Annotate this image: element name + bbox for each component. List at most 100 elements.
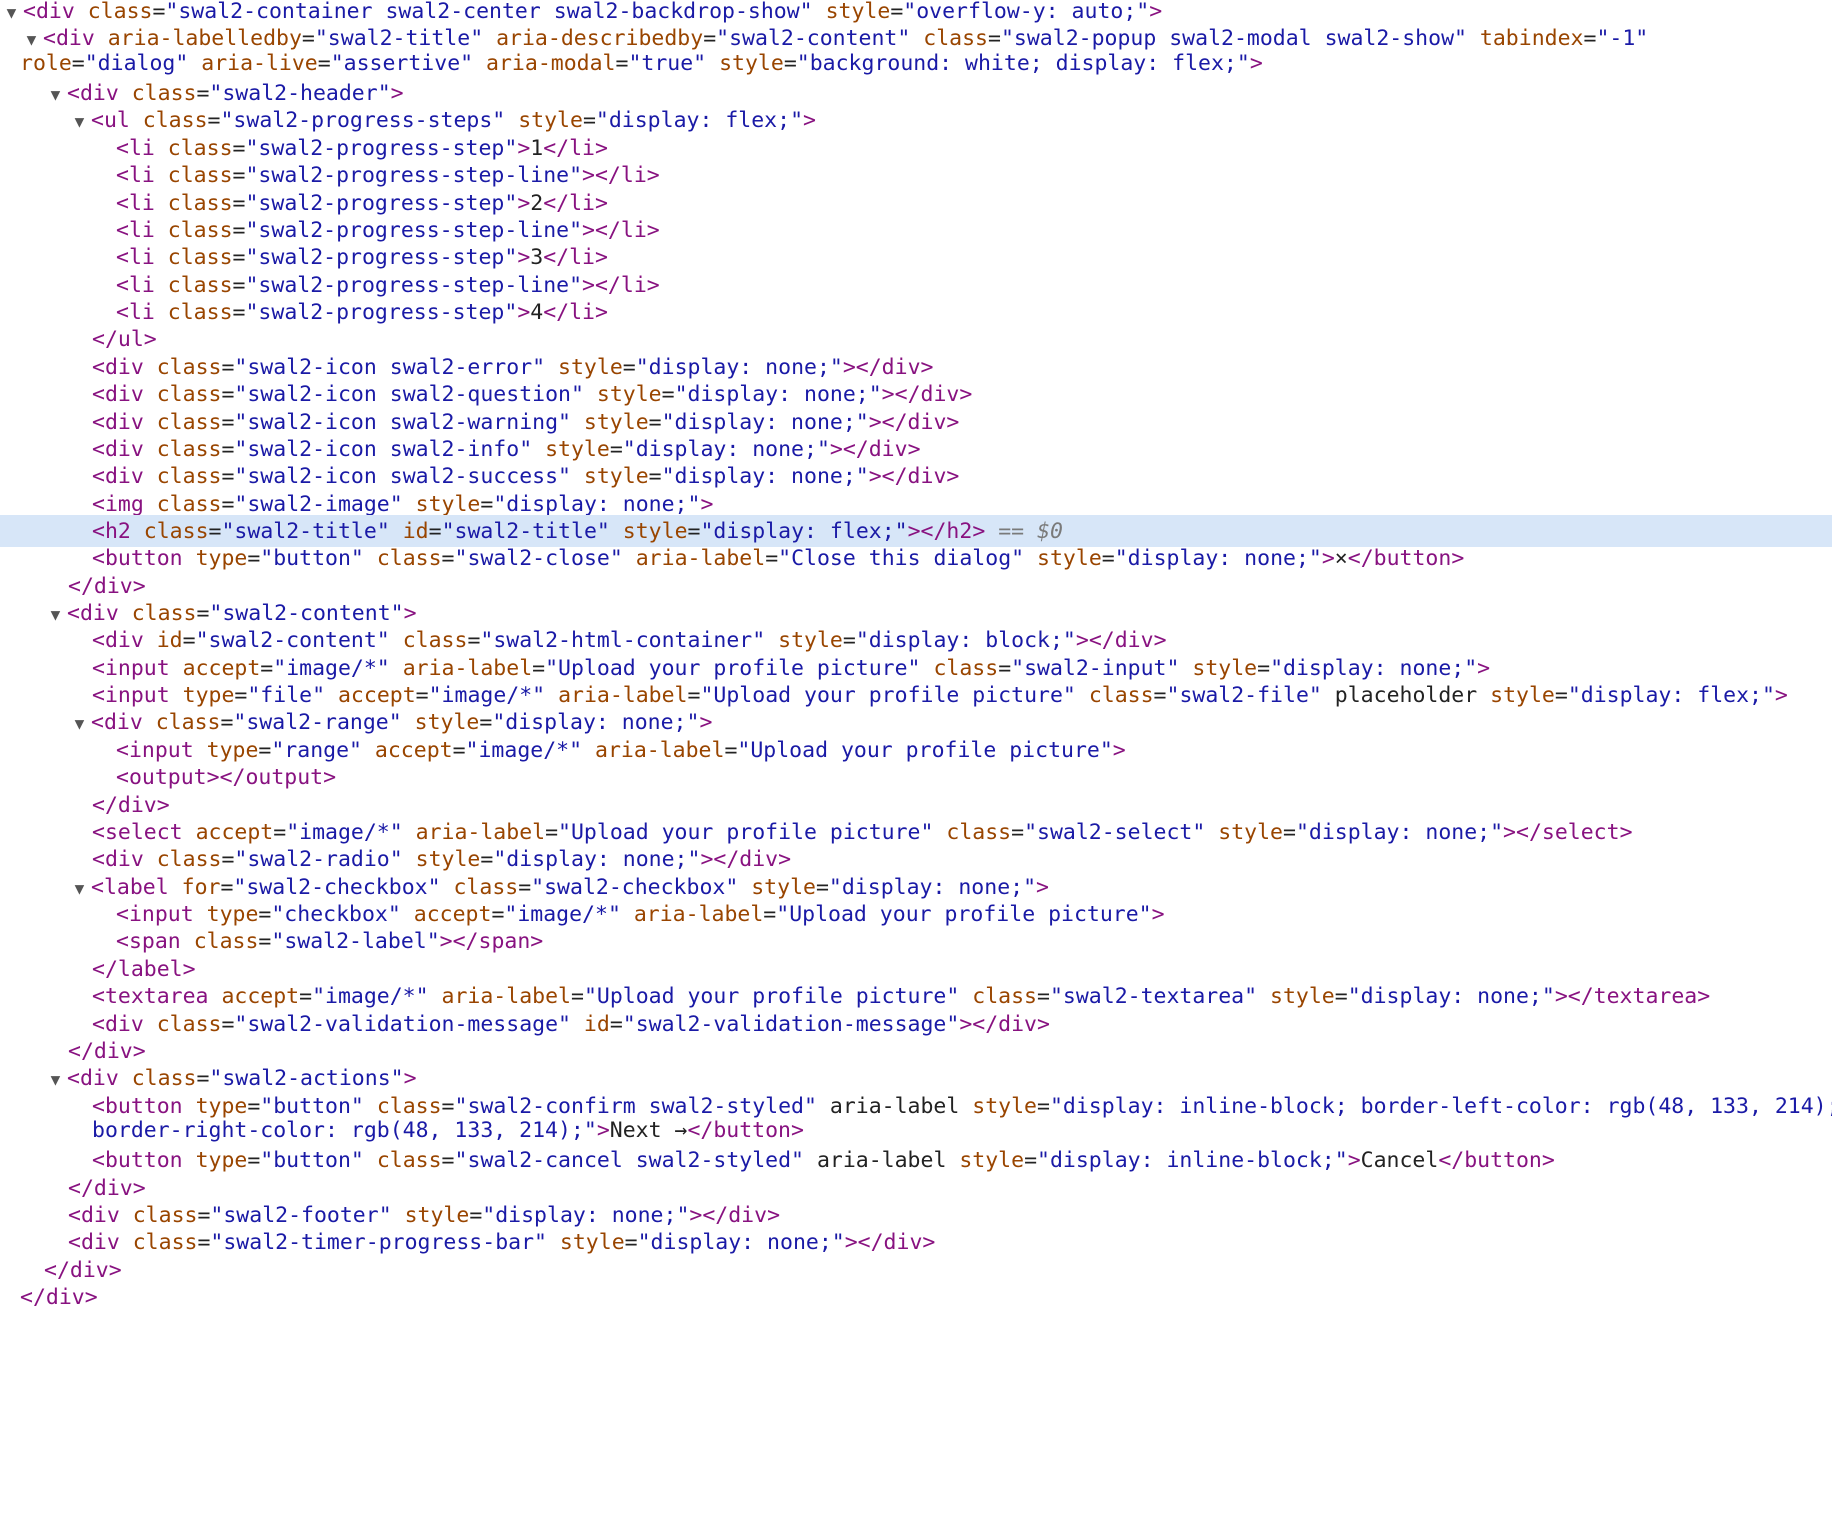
node-text <box>1076 683 1089 708</box>
tag-token: > <box>922 1230 936 1255</box>
attribute-name: style <box>518 108 583 133</box>
node-text <box>610 519 623 544</box>
attribute-value: "swal2-progress-step" <box>245 300 518 325</box>
tag-token: <div <box>43 26 95 51</box>
node-markup: </div> <box>20 1285 98 1310</box>
tag-token: > <box>1075 628 1089 653</box>
node-markup: <select accept="image/*" aria-label="Upl… <box>92 820 1633 845</box>
node-text: = <box>988 26 1001 51</box>
attribute-value: "swal2-confirm swal2-styled" <box>454 1094 817 1119</box>
triangle-down-icon[interactable]: ▼ <box>68 877 91 901</box>
attribute-name: aria-label <box>402 656 533 681</box>
node-markup: <div class="swal2-content"> <box>67 601 417 626</box>
tree-node[interactable]: ▼ <div aria-labelledby="swal2-title" aria… <box>20 27 1800 83</box>
tag-token: </div <box>894 382 960 407</box>
triangle-down-icon[interactable]: ▼ <box>44 1068 67 1092</box>
attribute-name: class <box>193 929 259 954</box>
attribute-value: "swal2-actions" <box>209 1066 404 1091</box>
node-markup: <input type="checkbox" accept="image/*" … <box>116 902 1165 927</box>
attribute-value: "Upload your profile picture" <box>558 820 934 845</box>
tag-token: > <box>132 1176 146 1201</box>
tag-token: > <box>206 765 220 790</box>
attribute-value: "display: block;" <box>855 628 1076 653</box>
triangle-down-icon[interactable]: ▼ <box>20 28 43 52</box>
node-text <box>571 1012 584 1037</box>
node-text <box>403 492 416 517</box>
triangle-down-icon[interactable]: ▼ <box>44 603 67 627</box>
attribute-name: class <box>156 410 222 435</box>
tag-token: > <box>907 437 921 462</box>
tag-token: > <box>1149 0 1163 24</box>
node-text <box>144 464 157 489</box>
tag-token: > <box>646 218 660 243</box>
selected-tree-node[interactable]: <h2 class="swal2-title" id="swal2-title"… <box>0 515 1832 547</box>
triangle-down-icon[interactable]: ▼ <box>68 110 91 134</box>
node-text: = <box>469 1203 483 1228</box>
node-text <box>183 1148 196 1173</box>
attribute-name: style <box>404 1203 470 1228</box>
tag-token: <li <box>116 136 155 161</box>
node-text: = <box>532 656 546 681</box>
attribute-name: class <box>87 0 153 24</box>
tag-token: > <box>1037 1012 1050 1037</box>
tag-token: > <box>517 300 531 325</box>
attribute-value: "swal2-label" <box>271 929 440 954</box>
attribute-value: "swal2-progress-step-line" <box>245 273 583 298</box>
console-ref: == $0 <box>998 519 1063 544</box>
node-text: = <box>221 355 235 380</box>
attribute-name: class <box>131 1066 197 1091</box>
node-text: = <box>687 683 701 708</box>
attribute-name: style <box>959 1148 1025 1173</box>
node-text: = <box>196 601 210 626</box>
tag-token: > <box>517 245 531 270</box>
node-text: = <box>273 820 287 845</box>
attribute-value: "swal2-range" <box>233 710 402 735</box>
node-markup: <li class="swal2-progress-step">3</li> <box>116 245 608 270</box>
node-text <box>1024 546 1037 571</box>
attribute-name: type <box>195 1148 248 1173</box>
tag-token: <textarea <box>92 984 209 1009</box>
tag-token: > <box>143 327 157 352</box>
attribute-value: "display: none;" <box>637 1230 845 1255</box>
attribute-value: "swal2-checkbox" <box>531 875 739 900</box>
triangle-down-icon[interactable]: ▼ <box>68 712 91 736</box>
node-text <box>910 26 923 51</box>
node-text: = <box>71 51 85 76</box>
tag-token: > <box>700 492 714 517</box>
triangle-down-icon[interactable]: ▼ <box>0 1 23 25</box>
tree-node[interactable]: <button type="button" class="swal2-confi… <box>92 1095 1832 1151</box>
attribute-name: class <box>453 875 519 900</box>
node-text <box>364 1148 377 1173</box>
node-text <box>95 26 108 51</box>
tree-node[interactable]: </div> <box>20 1286 1832 1318</box>
attribute-value: "Upload your profile picture" <box>583 984 960 1009</box>
node-text: = <box>724 738 738 763</box>
attribute-value: "display: flex;" <box>700 519 908 544</box>
attribute-name: style <box>559 1230 625 1255</box>
node-text: = <box>609 437 623 462</box>
node-text: = <box>624 1230 638 1255</box>
node-text <box>119 81 132 106</box>
node-markup: <button type="button" class="swal2-cance… <box>92 1148 1555 1173</box>
node-text: = <box>467 628 481 653</box>
node-text <box>130 108 143 133</box>
tag-token: > <box>390 81 404 106</box>
tag-token: > <box>1036 875 1049 900</box>
tag-token: > <box>803 108 816 133</box>
node-text <box>401 902 414 927</box>
node-text: = <box>842 628 856 653</box>
tag-token: <div <box>23 0 75 24</box>
tag-token: <div <box>68 1230 120 1255</box>
node-text <box>813 0 826 24</box>
attribute-value: "swal2-icon swal2-info" <box>234 437 533 462</box>
node-text: = <box>415 683 429 708</box>
tag-token: </li <box>543 191 595 216</box>
node-text: = <box>1037 1094 1050 1119</box>
node-text: = <box>1011 820 1025 845</box>
node-markup: <li class="swal2-progress-step">2</li> <box>116 191 608 216</box>
node-markup: <div class="swal2-actions"> <box>67 1066 417 1091</box>
attribute-name: class <box>923 26 989 51</box>
attribute-value: "display: inline-block;" <box>1037 1148 1348 1173</box>
triangle-down-icon[interactable]: ▼ <box>44 83 67 107</box>
attribute-name: style <box>415 492 481 517</box>
